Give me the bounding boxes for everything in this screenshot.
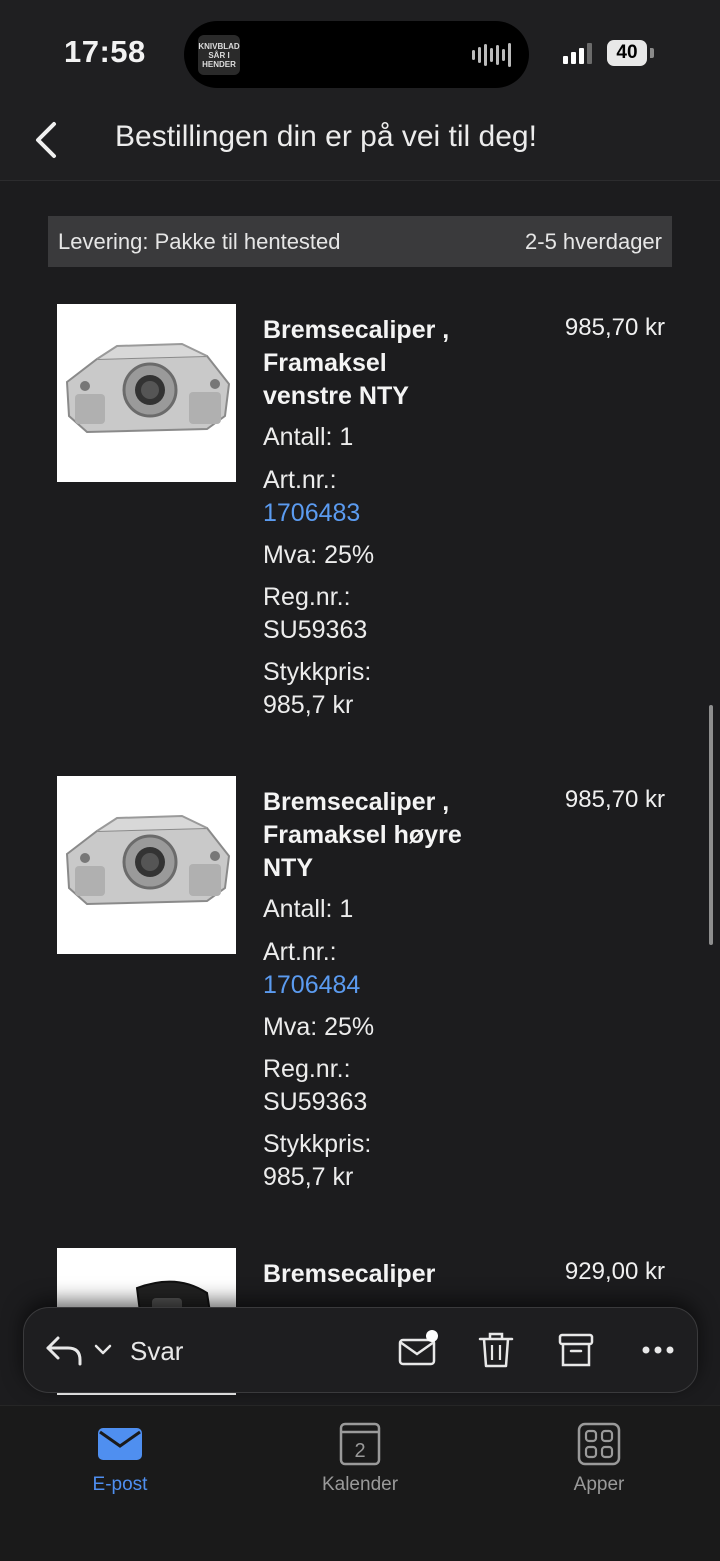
more-icon[interactable]: [636, 1328, 680, 1372]
delivery-time: 2-5 hverdager: [525, 229, 662, 254]
product-name[interactable]: Bremsecaliper , Framaksel venstre NTY: [263, 314, 473, 413]
status-time: 17:58: [64, 34, 146, 69]
product-image[interactable]: [57, 304, 236, 482]
reply-button[interactable]: Svar: [130, 1336, 183, 1367]
chevron-down-icon[interactable]: [92, 1338, 114, 1362]
unit-price-label: Stykkpris:: [263, 1130, 372, 1158]
unit-price-label: Stykkpris:: [263, 658, 372, 686]
art-nr-label: Art.nr.:: [263, 938, 337, 966]
product-image[interactable]: [57, 776, 236, 954]
brake-caliper-image: [65, 342, 231, 434]
order-item: Bremsecaliper , Framaksel venstre NTY 98…: [57, 304, 677, 724]
battery-tip: [650, 48, 654, 58]
audio-wave-icon: [472, 43, 511, 67]
reg-nr-value: SU59363: [263, 1088, 368, 1116]
product-price: 929,00 kr: [564, 1258, 665, 1285]
trash-icon[interactable]: [474, 1328, 518, 1372]
apps-icon: [577, 1422, 621, 1466]
unit-price-value: 985,7 kr: [263, 691, 354, 719]
calendar-day-number: 2: [354, 1440, 365, 1462]
tab-calendar[interactable]: 2 Kalender: [285, 1418, 435, 1496]
nav-header: Bestillingen din er på vei til deg!: [0, 100, 720, 181]
product-price: 985,70 kr: [564, 314, 665, 341]
art-nr-link[interactable]: 1706484: [263, 969, 360, 1002]
reg-nr-label: Reg.nr.:: [263, 583, 351, 611]
tab-email[interactable]: E-post: [45, 1418, 195, 1496]
reg-nr-label: Reg.nr.:: [263, 1055, 351, 1083]
mark-unread-icon[interactable]: [396, 1328, 440, 1372]
back-chevron-icon[interactable]: [30, 118, 70, 162]
tab-label: E-post: [92, 1474, 148, 1495]
now-playing-artwork: KNIVBLAD SÅR I HENDER: [198, 35, 240, 75]
tab-label: Apper: [573, 1474, 625, 1495]
product-quantity: Antall: 1: [263, 423, 354, 451]
product-name[interactable]: Bremsecaliper , Framaksel høyre NTY: [263, 786, 473, 885]
page-title: Bestillingen din er på vei til deg!: [115, 120, 537, 153]
art-nr-link[interactable]: 1706483: [263, 497, 360, 530]
product-price: 985,70 kr: [564, 786, 665, 813]
mail-icon: [98, 1428, 142, 1460]
delivery-method: Levering: Pakke til hentested: [58, 229, 341, 254]
product-name[interactable]: Bremsecaliper: [263, 1258, 473, 1291]
battery-icon: 40: [607, 40, 647, 66]
status-bar: 17:58 KNIVBLAD SÅR I HENDER 40: [0, 0, 720, 100]
reg-nr-value: SU59363: [263, 616, 368, 644]
product-quantity: Antall: 1: [263, 895, 354, 923]
mail-action-toolbar: Svar: [23, 1307, 698, 1393]
tab-bar: E-post 2 Kalender Apper: [0, 1405, 720, 1561]
art-nr-label: Art.nr.:: [263, 466, 337, 494]
brake-caliper-image: [65, 814, 231, 906]
cellular-signal-icon: [563, 42, 592, 64]
vat-text: Mva: 25%: [263, 541, 375, 569]
scrollbar[interactable]: [709, 705, 713, 945]
delivery-info-bar: Levering: Pakke til hentested 2-5 hverda…: [48, 216, 672, 267]
unit-price-value: 985,7 kr: [263, 1163, 354, 1191]
tab-apps[interactable]: Apper: [524, 1418, 674, 1496]
calendar-icon: 2: [339, 1422, 381, 1466]
order-item: Bremsecaliper , Framaksel høyre NTY 985,…: [57, 776, 677, 1196]
dynamic-island[interactable]: KNIVBLAD SÅR I HENDER: [184, 21, 529, 88]
archive-icon[interactable]: [554, 1328, 598, 1372]
vat-text: Mva: 25%: [263, 1013, 375, 1041]
tab-label: Kalender: [321, 1474, 399, 1495]
reply-icon[interactable]: [44, 1328, 84, 1372]
